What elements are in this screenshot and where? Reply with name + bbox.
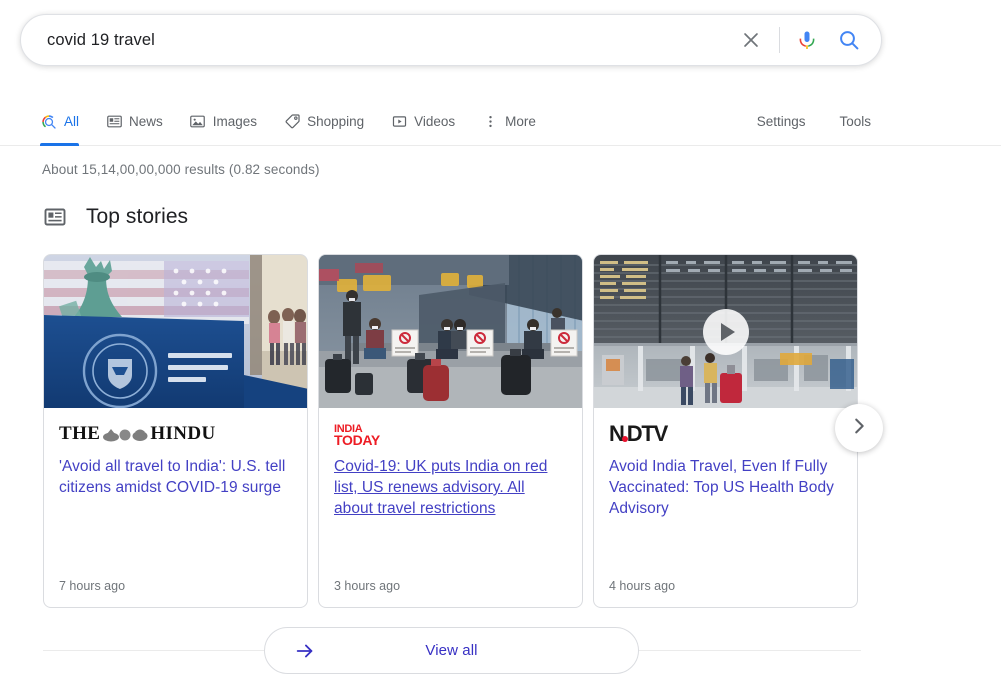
search-icon — [40, 113, 58, 131]
view-all-button[interactable]: View all — [264, 627, 639, 674]
india-today-logo: INDIA TODAY — [334, 422, 567, 448]
tools-button[interactable]: Tools — [839, 114, 871, 129]
tab-videos[interactable]: Videos — [390, 98, 455, 145]
microphone-icon[interactable] — [793, 26, 821, 54]
story-timestamp: 7 hours ago — [59, 579, 126, 593]
chevron-right-icon — [848, 415, 870, 442]
image-icon — [189, 113, 207, 131]
story-card-body: THE HINDU 'Avoid all travel to India': U… — [44, 408, 307, 579]
tab-label: More — [505, 114, 536, 129]
carousel-next-button[interactable] — [835, 404, 883, 452]
ndtv-dot-icon — [621, 436, 628, 442]
story-headline[interactable]: Avoid India Travel, Even If Fully Vaccin… — [609, 456, 842, 519]
tab-images[interactable]: Images — [189, 98, 257, 145]
ndtv-logo: N DTV — [609, 421, 842, 446]
play-icon — [720, 322, 735, 341]
play-button[interactable] — [702, 308, 749, 355]
close-icon[interactable] — [736, 25, 766, 55]
search-icon[interactable] — [835, 26, 863, 54]
publisher-name-part2: HINDU — [150, 423, 216, 444]
top-stories-carousel: THE HINDU 'Avoid all travel to India': U… — [43, 254, 858, 608]
tab-label: Videos — [414, 114, 456, 129]
story-card[interactable]: INDIA TODAY Covid-19: UK puts India on r… — [318, 254, 583, 608]
tab-news[interactable]: News — [105, 98, 163, 145]
arrow-right-icon — [294, 640, 316, 662]
result-stats: About 15,14,00,00,000 results (0.82 seco… — [42, 162, 320, 177]
search-bar-container — [20, 14, 882, 66]
view-all-label: View all — [425, 642, 478, 659]
story-headline[interactable]: 'Avoid all travel to India': U.S. tell c… — [59, 456, 292, 498]
tab-label: News — [129, 114, 163, 129]
tab-label: All — [64, 114, 80, 129]
story-timestamp: 3 hours ago — [334, 579, 401, 593]
story-thumbnail — [594, 255, 857, 408]
search-divider — [779, 27, 780, 53]
nav-tabs: All News Images Shopping Videos More — [40, 98, 562, 146]
top-stories-header: Top stories — [43, 204, 188, 230]
news-icon — [105, 113, 123, 131]
story-headline[interactable]: Covid-19: UK puts India on red list, US … — [334, 456, 567, 519]
tab-more[interactable]: More — [481, 98, 536, 145]
tab-shopping[interactable]: Shopping — [283, 98, 364, 145]
tab-all[interactable]: All — [40, 98, 80, 146]
more-vertical-icon — [481, 113, 499, 131]
story-thumbnail — [44, 255, 307, 408]
publisher-name-part1: N — [609, 421, 625, 446]
tab-label: Shopping — [307, 114, 365, 129]
hindu-emblem-icon — [102, 426, 148, 442]
story-card-body: N DTV Avoid India Travel, Even If Fully … — [594, 408, 857, 579]
newspaper-icon — [43, 204, 69, 230]
search-input[interactable] — [47, 30, 736, 50]
story-timestamp: 4 hours ago — [609, 579, 676, 593]
page-title: Top stories — [86, 205, 189, 228]
publisher-name-part2: TODAY — [334, 431, 380, 448]
tab-label: Images — [212, 114, 258, 129]
the-hindu-logo: THE HINDU — [59, 422, 292, 446]
story-card[interactable]: N DTV Avoid India Travel, Even If Fully … — [593, 254, 858, 608]
story-thumbnail — [319, 255, 582, 408]
story-card-body: INDIA TODAY Covid-19: UK puts India on r… — [319, 408, 582, 579]
settings-button[interactable]: Settings — [757, 114, 806, 129]
story-card[interactable]: THE HINDU 'Avoid all travel to India': U… — [43, 254, 308, 608]
publisher-name-part1: THE — [59, 423, 101, 444]
view-all-section: View all — [43, 627, 861, 675]
search-nav-bar: All News Images Shopping Videos More Set… — [0, 98, 1001, 146]
video-icon — [390, 113, 408, 131]
tag-icon — [283, 113, 301, 131]
search-bar[interactable] — [20, 14, 882, 66]
publisher-name-part2: DTV — [626, 421, 669, 446]
nav-tools: Settings Tools — [723, 98, 871, 145]
